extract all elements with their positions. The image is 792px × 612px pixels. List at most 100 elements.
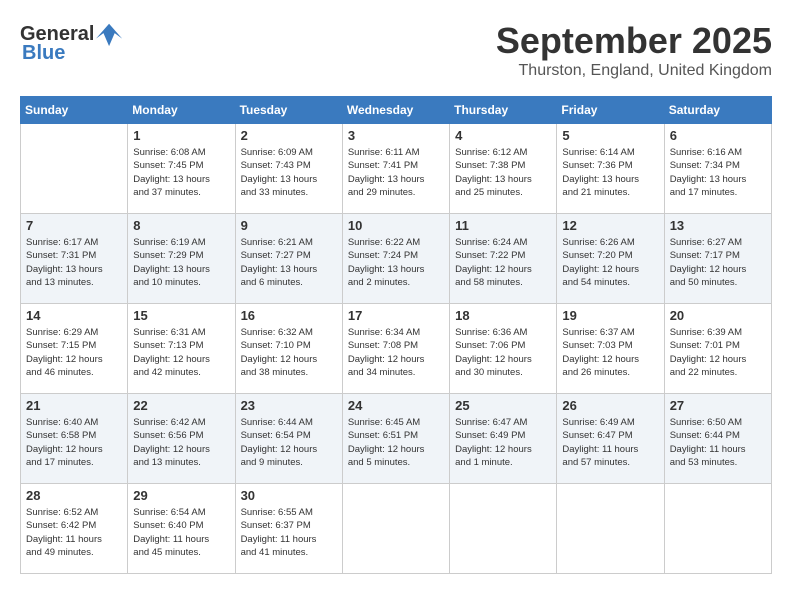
day-number: 2 — [241, 128, 337, 143]
cell-info: Sunrise: 6:16 AM Sunset: 7:34 PM Dayligh… — [670, 146, 766, 199]
logo-icon — [96, 20, 124, 48]
week-row-5: 28 Sunrise: 6:52 AM Sunset: 6:42 PM Dayli… — [21, 484, 772, 574]
cell-info: Sunrise: 6:24 AM Sunset: 7:22 PM Dayligh… — [455, 236, 551, 289]
calendar-cell: 25 Sunrise: 6:47 AM Sunset: 6:49 PM Dayli… — [450, 394, 557, 484]
cell-info: Sunrise: 6:17 AM Sunset: 7:31 PM Dayligh… — [26, 236, 122, 289]
week-row-3: 14Sunrise: 6:29 AM Sunset: 7:15 PM Dayli… — [21, 304, 772, 394]
cell-info: Sunrise: 6:44 AM Sunset: 6:54 PM Dayligh… — [241, 416, 337, 469]
calendar-cell: 14Sunrise: 6:29 AM Sunset: 7:15 PM Dayli… — [21, 304, 128, 394]
day-number: 11 — [455, 218, 551, 233]
day-number: 4 — [455, 128, 551, 143]
cell-info: Sunrise: 6:55 AM Sunset: 6:37 PM Dayligh… — [241, 506, 337, 559]
calendar-cell: 18 Sunrise: 6:36 AM Sunset: 7:06 PM Dayli… — [450, 304, 557, 394]
cell-info: Sunrise: 6:21 AM Sunset: 7:27 PM Dayligh… — [241, 236, 337, 289]
calendar-cell: 27 Sunrise: 6:50 AM Sunset: 6:44 PM Dayli… — [664, 394, 771, 484]
calendar-cell: 7 Sunrise: 6:17 AM Sunset: 7:31 PM Daylig… — [21, 214, 128, 304]
cell-info: Sunrise: 6:45 AM Sunset: 6:51 PM Dayligh… — [348, 416, 444, 469]
col-monday: Monday — [128, 97, 235, 124]
day-number: 28 — [26, 488, 122, 503]
calendar-cell: 19Sunrise: 6:37 AM Sunset: 7:03 PM Dayli… — [557, 304, 664, 394]
col-tuesday: Tuesday — [235, 97, 342, 124]
day-number: 25 — [455, 398, 551, 413]
calendar-cell — [21, 124, 128, 214]
calendar-cell: 2 Sunrise: 6:09 AM Sunset: 7:43 PM Daylig… — [235, 124, 342, 214]
calendar-cell: 30 Sunrise: 6:55 AM Sunset: 6:37 PM Dayli… — [235, 484, 342, 574]
cell-info: Sunrise: 6:49 AM Sunset: 6:47 PM Dayligh… — [562, 416, 658, 469]
cell-info: Sunrise: 6:37 AM Sunset: 7:03 PM Dayligh… — [562, 326, 658, 379]
calendar-cell: 6 Sunrise: 6:16 AM Sunset: 7:34 PM Daylig… — [664, 124, 771, 214]
logo: General Blue — [20, 20, 124, 65]
day-number: 15 — [133, 308, 229, 323]
week-row-2: 7 Sunrise: 6:17 AM Sunset: 7:31 PM Daylig… — [21, 214, 772, 304]
calendar-cell: 21Sunrise: 6:40 AM Sunset: 6:58 PM Dayli… — [21, 394, 128, 484]
day-number: 13 — [670, 218, 766, 233]
calendar-cell: 8 Sunrise: 6:19 AM Sunset: 7:29 PM Daylig… — [128, 214, 235, 304]
logo-blue: Blue — [22, 42, 65, 65]
cell-info: Sunrise: 6:12 AM Sunset: 7:38 PM Dayligh… — [455, 146, 551, 199]
cell-info: Sunrise: 6:08 AM Sunset: 7:45 PM Dayligh… — [133, 146, 229, 199]
day-number: 6 — [670, 128, 766, 143]
calendar-cell: 26Sunrise: 6:49 AM Sunset: 6:47 PM Dayli… — [557, 394, 664, 484]
calendar-header: Sunday Monday Tuesday Wednesday Thursday… — [21, 97, 772, 124]
day-number: 29 — [133, 488, 229, 503]
day-number: 22 — [133, 398, 229, 413]
page-header: General Blue September 2025 Thurston, En… — [20, 20, 772, 80]
calendar-cell: 24 Sunrise: 6:45 AM Sunset: 6:51 PM Dayli… — [342, 394, 449, 484]
cell-info: Sunrise: 6:26 AM Sunset: 7:20 PM Dayligh… — [562, 236, 658, 289]
cell-info: Sunrise: 6:22 AM Sunset: 7:24 PM Dayligh… — [348, 236, 444, 289]
calendar-cell: 11 Sunrise: 6:24 AM Sunset: 7:22 PM Dayli… — [450, 214, 557, 304]
col-wednesday: Wednesday — [342, 97, 449, 124]
calendar-body: 1Sunrise: 6:08 AM Sunset: 7:45 PM Daylig… — [21, 124, 772, 574]
day-number: 17 — [348, 308, 444, 323]
month-title: September 2025 — [496, 20, 772, 62]
location-title: Thurston, England, United Kingdom — [496, 62, 772, 80]
week-row-1: 1Sunrise: 6:08 AM Sunset: 7:45 PM Daylig… — [21, 124, 772, 214]
day-number: 24 — [348, 398, 444, 413]
calendar-cell: 20Sunrise: 6:39 AM Sunset: 7:01 PM Dayli… — [664, 304, 771, 394]
day-number: 5 — [562, 128, 658, 143]
calendar-cell: 4 Sunrise: 6:12 AM Sunset: 7:38 PM Daylig… — [450, 124, 557, 214]
header-row: Sunday Monday Tuesday Wednesday Thursday… — [21, 97, 772, 124]
cell-info: Sunrise: 6:11 AM Sunset: 7:41 PM Dayligh… — [348, 146, 444, 199]
cell-info: Sunrise: 6:52 AM Sunset: 6:42 PM Dayligh… — [26, 506, 122, 559]
col-saturday: Saturday — [664, 97, 771, 124]
title-block: September 2025 Thurston, England, United… — [496, 20, 772, 80]
calendar-table: Sunday Monday Tuesday Wednesday Thursday… — [20, 96, 772, 574]
day-number: 18 — [455, 308, 551, 323]
day-number: 9 — [241, 218, 337, 233]
cell-info: Sunrise: 6:40 AM Sunset: 6:58 PM Dayligh… — [26, 416, 122, 469]
day-number: 7 — [26, 218, 122, 233]
cell-info: Sunrise: 6:47 AM Sunset: 6:49 PM Dayligh… — [455, 416, 551, 469]
cell-info: Sunrise: 6:19 AM Sunset: 7:29 PM Dayligh… — [133, 236, 229, 289]
cell-info: Sunrise: 6:34 AM Sunset: 7:08 PM Dayligh… — [348, 326, 444, 379]
cell-info: Sunrise: 6:31 AM Sunset: 7:13 PM Dayligh… — [133, 326, 229, 379]
day-number: 3 — [348, 128, 444, 143]
cell-info: Sunrise: 6:50 AM Sunset: 6:44 PM Dayligh… — [670, 416, 766, 469]
calendar-cell: 5 Sunrise: 6:14 AM Sunset: 7:36 PM Daylig… — [557, 124, 664, 214]
day-number: 8 — [133, 218, 229, 233]
day-number: 12 — [562, 218, 658, 233]
cell-info: Sunrise: 6:14 AM Sunset: 7:36 PM Dayligh… — [562, 146, 658, 199]
cell-info: Sunrise: 6:36 AM Sunset: 7:06 PM Dayligh… — [455, 326, 551, 379]
day-number: 27 — [670, 398, 766, 413]
cell-info: Sunrise: 6:09 AM Sunset: 7:43 PM Dayligh… — [241, 146, 337, 199]
calendar-cell: 10Sunrise: 6:22 AM Sunset: 7:24 PM Dayli… — [342, 214, 449, 304]
day-number: 16 — [241, 308, 337, 323]
col-sunday: Sunday — [21, 97, 128, 124]
calendar-cell: 9 Sunrise: 6:21 AM Sunset: 7:27 PM Daylig… — [235, 214, 342, 304]
calendar-cell: 17 Sunrise: 6:34 AM Sunset: 7:08 PM Dayli… — [342, 304, 449, 394]
calendar-cell: 29Sunrise: 6:54 AM Sunset: 6:40 PM Dayli… — [128, 484, 235, 574]
calendar-cell: 22Sunrise: 6:42 AM Sunset: 6:56 PM Dayli… — [128, 394, 235, 484]
calendar-cell: 15 Sunrise: 6:31 AM Sunset: 7:13 PM Dayli… — [128, 304, 235, 394]
week-row-4: 21Sunrise: 6:40 AM Sunset: 6:58 PM Dayli… — [21, 394, 772, 484]
calendar-cell: 12 Sunrise: 6:26 AM Sunset: 7:20 PM Dayli… — [557, 214, 664, 304]
calendar-cell — [342, 484, 449, 574]
calendar-cell: 1Sunrise: 6:08 AM Sunset: 7:45 PM Daylig… — [128, 124, 235, 214]
cell-info: Sunrise: 6:29 AM Sunset: 7:15 PM Dayligh… — [26, 326, 122, 379]
day-number: 30 — [241, 488, 337, 503]
calendar-cell — [557, 484, 664, 574]
calendar-cell — [450, 484, 557, 574]
calendar-cell: 13Sunrise: 6:27 AM Sunset: 7:17 PM Dayli… — [664, 214, 771, 304]
col-friday: Friday — [557, 97, 664, 124]
calendar-cell — [664, 484, 771, 574]
